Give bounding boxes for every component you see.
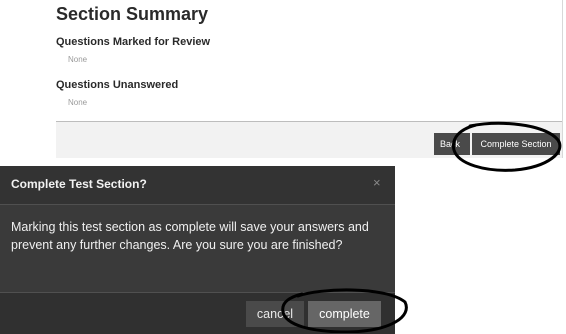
summary-footer: Back Complete Section: [56, 122, 562, 158]
unanswered-value: None: [68, 98, 88, 107]
dialog-title: Complete Test Section?: [11, 177, 147, 191]
complete-section-dialog: Complete Test Section? × Marking this te…: [0, 166, 395, 334]
close-icon[interactable]: ×: [373, 175, 381, 190]
back-button[interactable]: Back: [434, 133, 470, 155]
review-value: None: [68, 55, 88, 64]
dialog-header: Complete Test Section? ×: [0, 166, 395, 205]
complete-section-button[interactable]: Complete Section: [472, 133, 560, 155]
review-heading: Questions Marked for Review: [56, 36, 211, 48]
dialog-message: Marking this test section as complete wi…: [11, 220, 369, 252]
section-summary-panel: Section Summary Questions Marked for Rev…: [56, 0, 563, 158]
section-summary-title: Section Summary: [56, 4, 209, 24]
complete-button[interactable]: complete: [308, 301, 381, 327]
dialog-footer: cancel complete: [0, 292, 395, 334]
cancel-button[interactable]: cancel: [246, 301, 304, 327]
unanswered-heading: Questions Unanswered: [56, 79, 179, 91]
